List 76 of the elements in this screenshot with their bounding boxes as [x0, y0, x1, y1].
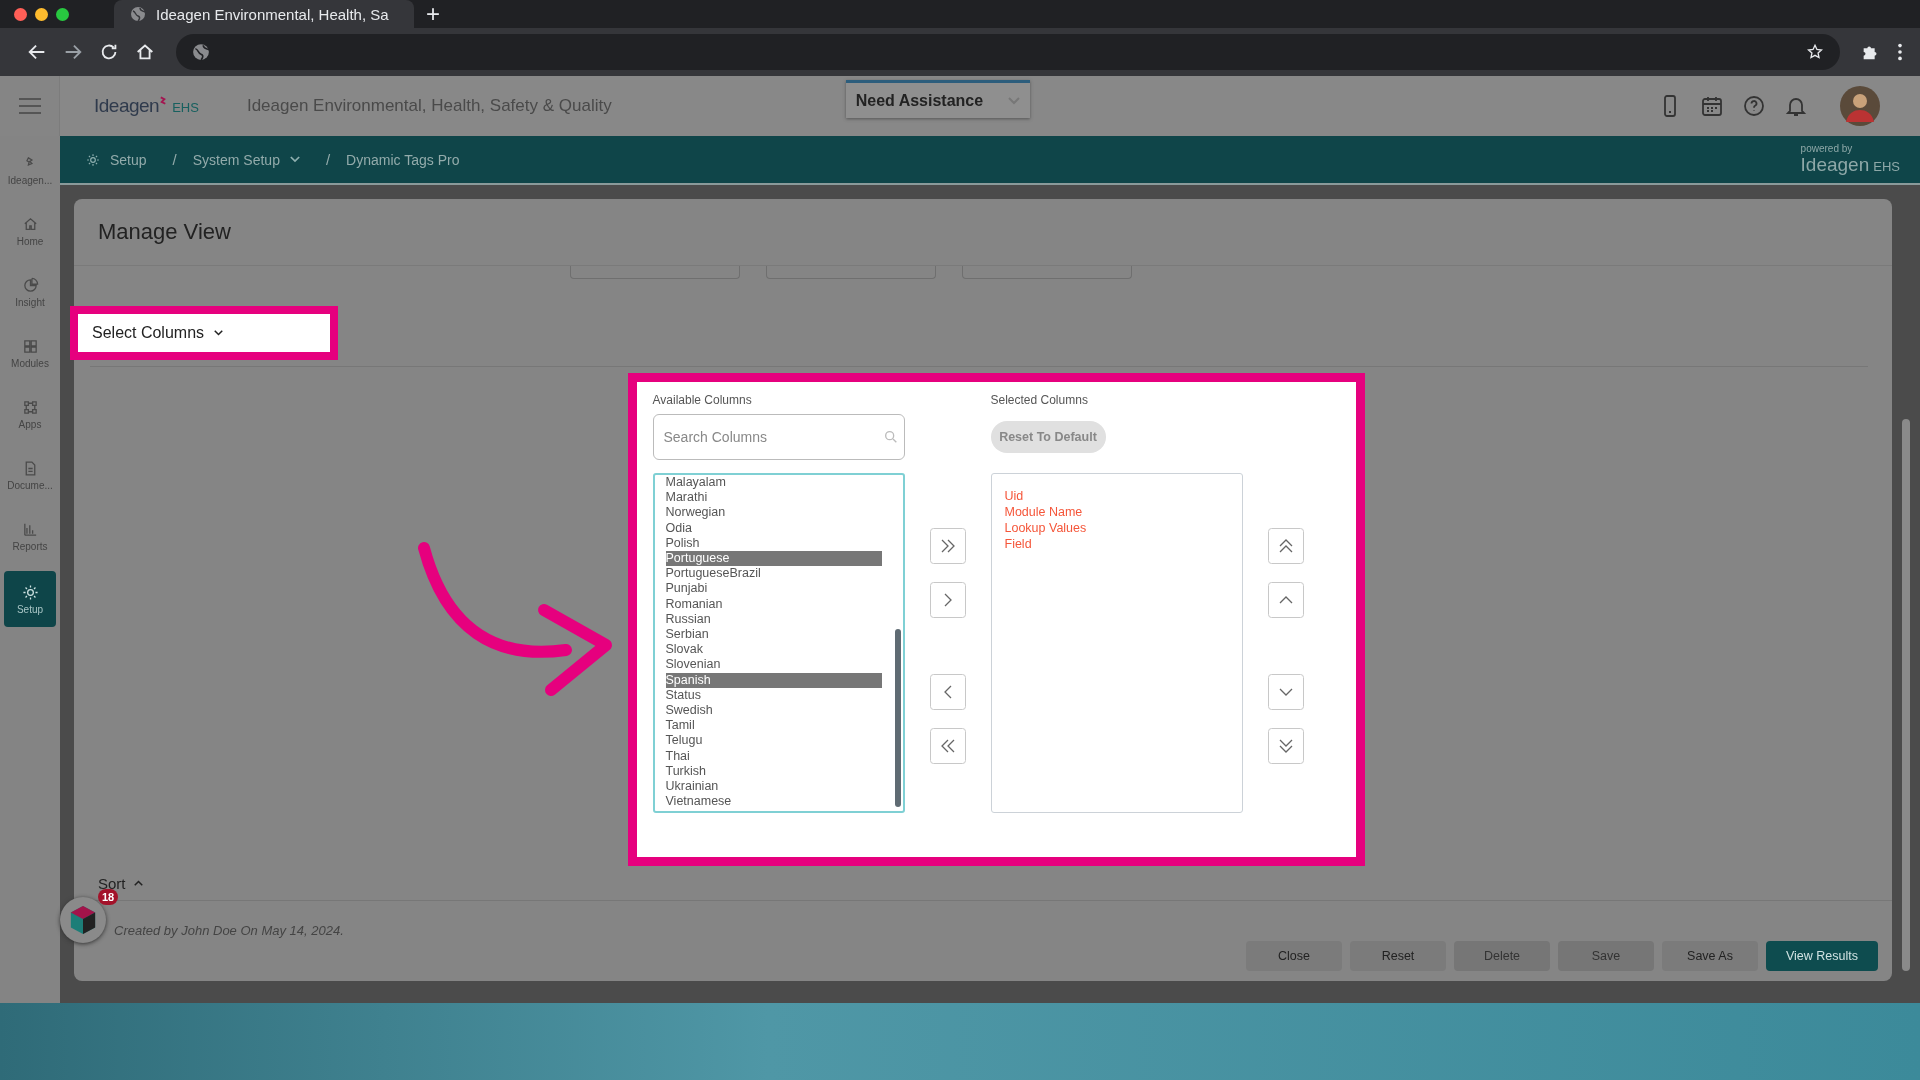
page-title: Manage View [98, 219, 231, 245]
selected-columns-list[interactable]: Uid Module Name Lookup Values Field [990, 473, 1243, 813]
breadcrumb-separator: / [325, 151, 331, 168]
list-option[interactable]: Serbian [665, 627, 882, 643]
list-option[interactable]: Thai [665, 748, 882, 764]
pie-chart-icon [21, 276, 39, 294]
scrollbar-thumb[interactable] [894, 629, 901, 807]
settings-icon [21, 583, 39, 601]
available-columns-label: Available Columns [652, 392, 753, 409]
list-option[interactable]: Swedish [665, 703, 882, 719]
footer-button[interactable]: Reset [1350, 941, 1446, 971]
list-option[interactable]: Ukrainian [665, 779, 882, 795]
chevron-down-icon [1007, 96, 1020, 105]
list-option[interactable]: Marathi [665, 490, 882, 506]
maximize-window-icon[interactable] [56, 7, 69, 21]
move-to-bottom-button[interactable] [1267, 728, 1304, 764]
list-option[interactable]: Module Name [1004, 504, 1229, 520]
list-option[interactable]: Malayalam [665, 475, 882, 491]
list-option[interactable]: Field [1004, 536, 1229, 552]
globe-icon [192, 43, 210, 61]
minimize-window-icon[interactable] [35, 7, 48, 21]
list-option[interactable]: Tamil [665, 718, 882, 734]
menu-icon[interactable] [1896, 41, 1904, 63]
list-option[interactable]: Slovenian [665, 657, 882, 673]
chevron-down-icon[interactable] [289, 156, 300, 163]
breadcrumb-link[interactable]: System Setup [192, 151, 280, 168]
footer-button[interactable]: Save As [1662, 941, 1758, 971]
notification-badge: 18 [98, 889, 119, 905]
calendar-icon[interactable] [1700, 94, 1724, 118]
list-option[interactable]: Spanish [665, 672, 882, 688]
bookmark-star-icon[interactable] [1806, 43, 1824, 61]
footer-button[interactable]: View Results [1766, 941, 1878, 971]
scrollbar[interactable] [1902, 419, 1910, 971]
list-option[interactable]: Uid [1004, 488, 1229, 504]
created-by-text: Created by John Doe On May 14, 2024. [114, 923, 344, 938]
list-option[interactable]: Norwegian [665, 505, 882, 521]
list-option[interactable]: Portuguese [665, 551, 882, 567]
list-option[interactable]: Romanian [665, 596, 882, 612]
powered-by-logo: powered by Ideagen EHS [1800, 143, 1900, 176]
grid-icon [21, 337, 39, 355]
list-option[interactable]: Polish [665, 535, 882, 551]
nodes-icon [21, 398, 39, 416]
list-option[interactable]: Vietnamese [665, 794, 882, 810]
move-to-top-button[interactable] [1267, 528, 1304, 564]
list-option[interactable]: Turkish [665, 763, 882, 780]
list-option[interactable]: Status [665, 687, 882, 704]
list-option[interactable]: Odia [665, 520, 882, 536]
close-window-icon[interactable] [14, 7, 27, 21]
app-title: Ideagen Environmental, Health, Safety & Quality [246, 96, 612, 116]
sidebar-item[interactable]: Setup [4, 571, 56, 627]
search-field[interactable]: Search Columns [652, 414, 905, 460]
search-icon [882, 429, 899, 445]
avatar[interactable] [1840, 86, 1880, 126]
list-option[interactable]: Slovak [665, 642, 882, 658]
assistance-dropdown[interactable]: Need Assistance [845, 80, 1030, 118]
settings-icon [86, 152, 100, 167]
breadcrumb-separator: / [172, 151, 177, 168]
chevron-down-icon [214, 330, 224, 336]
list-option[interactable]: Russian [665, 611, 882, 628]
list-option[interactable]: PortugueseBrazil [665, 566, 882, 582]
list-option[interactable]: Telugu [665, 733, 882, 749]
globe-icon [130, 6, 146, 22]
chevron-up-icon [133, 880, 143, 886]
breadcrumb-link[interactable]: Dynamic Tags Pro [346, 151, 460, 168]
list-option[interactable]: Punjabi [665, 581, 882, 597]
selected-columns-label: Selected Columns [990, 392, 1089, 409]
ideagen-logo: Ideagen EHS [94, 95, 199, 117]
help-icon[interactable] [1742, 94, 1766, 118]
available-columns-list[interactable]: Malayalam Marathi Norwegian Odia Polish Portuguese PortugueseBrazil Punjabi Romanian Russian Serbian Slovak Slovenian Spanish Status Swedish Tamil Telugu Thai Turkish Ukrainian Vietnamese [652, 473, 905, 813]
breadcrumb-link[interactable]: Setup [110, 151, 147, 168]
new-tab-button[interactable]: + [426, 2, 440, 26]
browser-tab[interactable]: Ideagen Environmental, Health, Sa [114, 0, 414, 28]
cube-icon [69, 904, 97, 936]
move-all-left-button[interactable] [929, 728, 966, 764]
list-option[interactable]: Lookup Values [1004, 520, 1229, 536]
footer-button[interactable]: Close [1246, 941, 1342, 971]
